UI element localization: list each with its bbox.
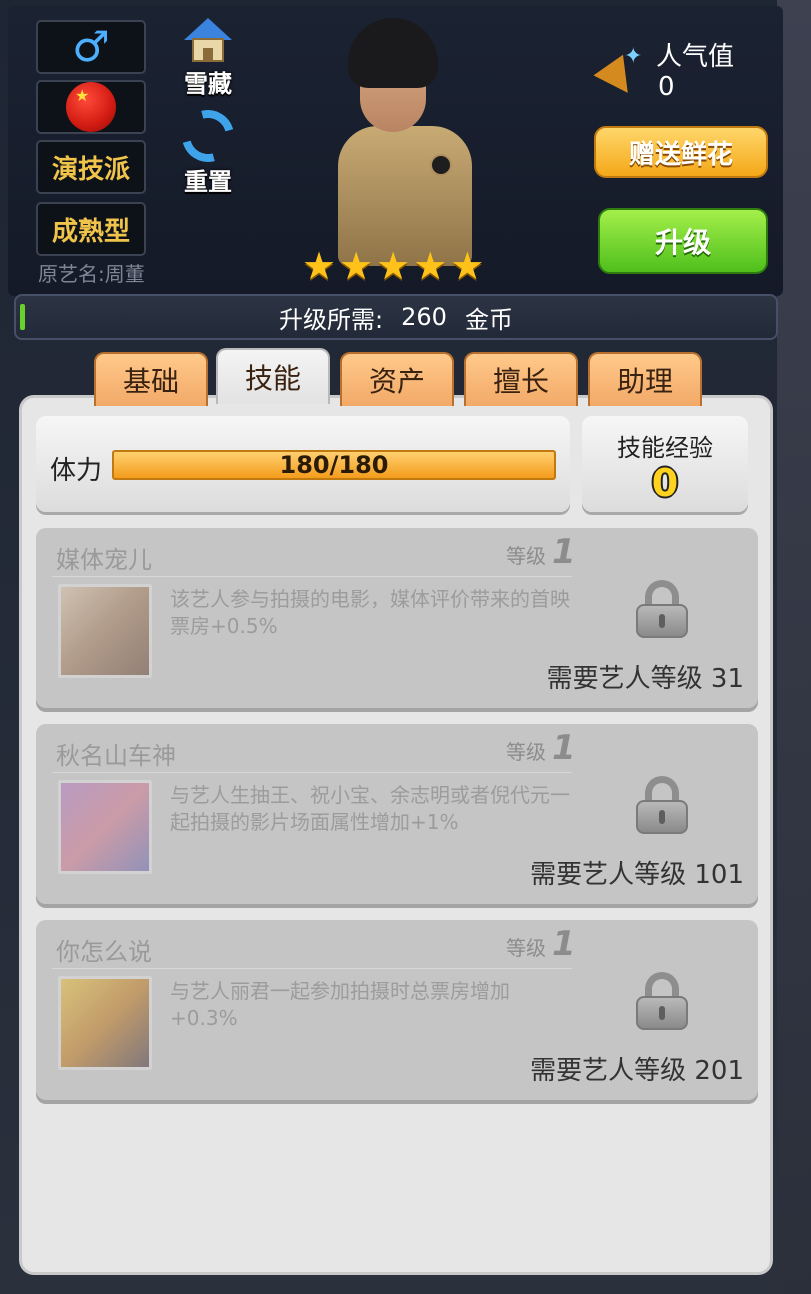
star-icon: ★ — [376, 244, 411, 288]
type-tag-label: 演技派 — [51, 154, 130, 185]
lock-icon — [634, 972, 690, 1032]
skill-name: 你怎么说 — [56, 938, 152, 966]
reset-label: 重置 — [184, 168, 232, 196]
skill-level-value: 1 — [552, 728, 576, 768]
gift-flower-button[interactable]: 赠送鲜花 — [594, 126, 768, 178]
upgrade-cost-value: 260 — [401, 303, 447, 331]
original-name: 原艺名:周董 — [38, 262, 145, 286]
male-icon: ♂ — [72, 22, 110, 71]
skill-description: 与艺人生抽王、祝小宝、余志明或者倪代元一起拍摄的影片场面属性增加+1% — [170, 783, 570, 834]
stamina-bar: 180/180 — [112, 450, 556, 480]
stamina-box: 体力 180/180 — [36, 416, 570, 512]
skill-level-value: 1 — [552, 532, 576, 572]
star-icon: ★ — [339, 244, 374, 288]
skill-level-label: 等级 — [506, 740, 546, 764]
gift-flower-label: 赠送鲜花 — [628, 139, 733, 170]
reset-button[interactable]: 重置 — [172, 100, 244, 197]
tab-assets[interactable]: 资产 — [340, 352, 454, 406]
skill-exp-box: 技能经验 0 — [582, 416, 748, 512]
tab-label: 擅长 — [492, 365, 549, 398]
popularity-label: 人气值 — [656, 42, 735, 72]
skill-level-value: 1 — [552, 924, 576, 964]
tab-label: 基础 — [122, 365, 179, 398]
tab-basic[interactable]: 基础 — [94, 352, 208, 406]
tab-label: 技能 — [244, 362, 301, 395]
collect-label: 雪藏 — [184, 70, 232, 98]
upgrade-label: 升级 — [654, 226, 711, 259]
star-rating: ★ ★ ★ ★ ★ — [302, 244, 485, 288]
nationality-badge — [36, 80, 146, 134]
tab-skills[interactable]: 技能 — [216, 348, 330, 404]
skill-requirement: 需要艺人等级 31 — [546, 664, 744, 694]
popularity-value: 0 — [658, 72, 675, 102]
skill-thumbnail — [58, 780, 152, 874]
star-icon: ★ — [450, 244, 485, 288]
china-flag-icon — [66, 82, 116, 132]
skill-card[interactable]: 媒体宠儿 等级 1 该艺人参与拍摄的电影，媒体评价带来的首映票房+0.5% 需要… — [36, 528, 758, 708]
age-tag-label: 成熟型 — [51, 216, 130, 247]
star-icon: ★ — [302, 244, 337, 288]
skill-description: 与艺人丽君一起参加拍摄时总票房增加+0.3% — [170, 979, 510, 1030]
tab-specialty[interactable]: 擅长 — [464, 352, 578, 406]
skill-requirement: 需要艺人等级 201 — [530, 1056, 744, 1086]
skill-exp-value: 0 — [651, 461, 679, 505]
stamina-value: 180/180 — [279, 451, 389, 479]
star-icon: ★ — [413, 244, 448, 288]
skill-thumbnail — [58, 976, 152, 1070]
type-tag: 演技派 — [36, 140, 146, 194]
lock-icon — [634, 776, 690, 836]
upgrade-cost-bar: 升级所需: 260 金币 — [14, 294, 778, 340]
tab-label: 资产 — [368, 365, 425, 398]
artist-portrait — [330, 14, 480, 266]
divider — [52, 772, 572, 773]
gender-badge: ♂ — [36, 20, 146, 74]
stamina-label: 体力 — [50, 456, 103, 486]
tab-assistant[interactable]: 助理 — [588, 352, 702, 406]
skill-level-label: 等级 — [506, 544, 546, 568]
upgrade-button[interactable]: 升级 — [598, 208, 768, 274]
house-icon — [182, 18, 234, 64]
collect-button[interactable]: 雪藏 — [178, 18, 238, 99]
refresh-icon — [172, 100, 244, 172]
skill-description: 该艺人参与拍摄的电影，媒体评价带来的首映票房+0.5% — [170, 587, 570, 638]
lock-icon — [634, 580, 690, 640]
skill-thumbnail — [58, 584, 152, 678]
skill-name: 秋名山车神 — [56, 742, 176, 770]
skill-level-label: 等级 — [506, 936, 546, 960]
skill-name: 媒体宠儿 — [56, 546, 152, 574]
upgrade-cost-unit: 金币 — [464, 305, 513, 334]
skill-exp-label: 技能经验 — [617, 434, 713, 462]
party-popper-icon: ✦ — [593, 44, 648, 104]
skill-card[interactable]: 你怎么说 等级 1 与艺人丽君一起参加拍摄时总票房增加+0.3% 需要艺人等级 … — [36, 920, 758, 1100]
divider — [52, 576, 572, 577]
skill-requirement: 需要艺人等级 101 — [530, 860, 744, 890]
skill-card[interactable]: 秋名山车神 等级 1 与艺人生抽王、祝小宝、余志明或者倪代元一起拍摄的影片场面属… — [36, 724, 758, 904]
upgrade-cost-prefix: 升级所需: — [279, 305, 384, 334]
age-tag: 成熟型 — [36, 202, 146, 256]
tab-label: 助理 — [616, 365, 673, 398]
divider — [52, 968, 572, 969]
